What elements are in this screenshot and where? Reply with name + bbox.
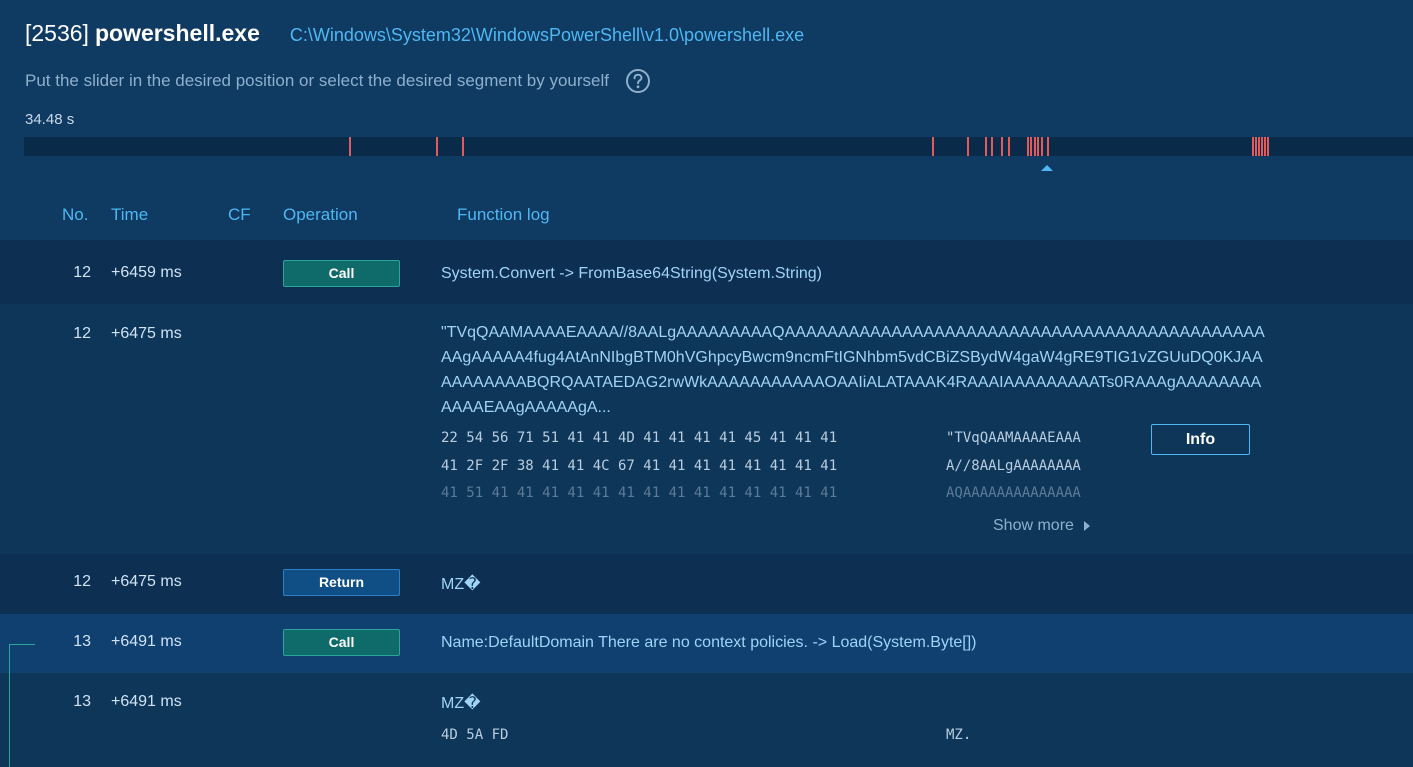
question-circle-icon[interactable] [625, 68, 651, 94]
tree-connector-line [9, 644, 35, 645]
call-button[interactable]: Call [283, 629, 400, 656]
table-header: No. Time CF Operation Function log [0, 190, 1413, 240]
timeline-event-marker [1252, 137, 1254, 156]
column-time[interactable]: Time [111, 205, 148, 225]
row-time: +6491 ms [111, 633, 182, 650]
timeline-event-marker [436, 137, 438, 156]
timeline-event-marker [1037, 137, 1039, 156]
row-number: 13 [73, 633, 91, 650]
timeline-event-marker [1264, 137, 1266, 156]
base64-string: "TVqQAAMAAAAEAAAA//8AALgAAAAAAAAAQAAAAAA… [441, 324, 1265, 416]
timeline-event-marker [1255, 137, 1257, 156]
column-function-log[interactable]: Function log [457, 205, 550, 225]
hex-line: 4D 5A FD [441, 727, 509, 743]
timeline-event-marker [1034, 137, 1036, 156]
row-number: 12 [73, 325, 91, 342]
row-number: 12 [73, 264, 91, 281]
call-button[interactable]: Call [283, 260, 400, 287]
row-number: 12 [73, 573, 91, 590]
timeline-event-marker [991, 137, 993, 156]
timeline-event-marker [349, 137, 351, 156]
ascii-line: AQAAAAAAAAAAAAAA [946, 485, 1081, 501]
timeline-event-marker [967, 137, 969, 156]
function-log-text: MZ� [441, 695, 481, 712]
ascii-line: "TVqQAAMAAAAEAAA [946, 430, 1081, 446]
ascii-line: A//8AALgAAAAAAAA [946, 458, 1081, 474]
return-button[interactable]: Return [283, 569, 400, 596]
row-time: +6475 ms [111, 325, 182, 342]
column-no[interactable]: No. [62, 205, 88, 225]
info-button[interactable]: Info [1151, 424, 1250, 455]
timeline-event-marker [1001, 137, 1003, 156]
row-time: +6491 ms [111, 693, 182, 710]
timeline-event-marker [1041, 137, 1043, 156]
ascii-line: MZ. [946, 727, 972, 743]
title-row: [2536] powershell.exe C:\Windows\System3… [25, 20, 804, 47]
row-number: 13 [73, 693, 91, 710]
hex-line: 41 2F 2F 38 41 41 4C 67 41 41 41 41 41 4… [441, 458, 838, 474]
hex-line: 22 54 56 71 51 41 41 4D 41 41 41 41 45 4… [441, 430, 838, 446]
timeline-event-marker [1047, 137, 1049, 156]
timeline-event-marker [1027, 137, 1029, 156]
function-log-text: System.Convert -> FromBase64String(Syste… [441, 265, 823, 282]
timeline-event-marker [932, 137, 934, 156]
function-log-text: Name:DefaultDomain There are no context … [441, 634, 977, 651]
timeline-event-marker [1030, 137, 1032, 156]
timeline-event-marker [1008, 137, 1010, 156]
timeline-event-marker [1258, 137, 1260, 156]
slider-pointer-icon[interactable] [1041, 165, 1053, 171]
function-log-text: MZ� [441, 576, 481, 593]
timeline-slider[interactable] [24, 137, 1413, 156]
timeline-event-marker [462, 137, 464, 156]
slider-hint-row: Put the slider in the desired position o… [25, 68, 651, 94]
process-id: [2536] [25, 20, 89, 46]
table-row[interactable]: 13 +6491 ms MZ� 4D 5A FD MZ. [0, 673, 1413, 767]
tree-connector-line [9, 644, 10, 767]
process-name: powershell.exe [94, 20, 260, 46]
process-header: [2536] powershell.exe C:\Windows\System3… [0, 0, 1413, 190]
show-more-button[interactable]: Show more [993, 517, 1090, 535]
row-time: +6459 ms [111, 264, 182, 281]
table-row[interactable]: 12 +6475 ms Return MZ� [0, 554, 1413, 614]
hex-line: 41 51 41 41 41 41 41 41 41 41 41 41 41 4… [441, 485, 838, 501]
chevron-right-icon [1083, 521, 1090, 531]
show-more-label: Show more [993, 517, 1074, 534]
table-row[interactable]: 12 +6475 ms "TVqQAAMAAAAEAAAA//8AALgAAAA… [0, 304, 1413, 554]
row-time: +6475 ms [111, 573, 182, 590]
timeline-event-marker [985, 137, 987, 156]
duration-label: 34.48 s [25, 111, 75, 128]
slider-hint: Put the slider in the desired position o… [25, 71, 609, 90]
column-cf[interactable]: CF [228, 205, 251, 225]
timeline-event-marker [1267, 137, 1269, 156]
table-row[interactable]: 13 +6491 ms Call Name:DefaultDomain Ther… [0, 614, 1413, 673]
column-operation[interactable]: Operation [283, 205, 358, 225]
timeline-event-marker [1261, 137, 1263, 156]
process-path-link[interactable]: C:\Windows\System32\WindowsPowerShell\v1… [290, 25, 804, 46]
table-row[interactable]: 12 +6459 ms Call System.Convert -> FromB… [0, 240, 1413, 304]
